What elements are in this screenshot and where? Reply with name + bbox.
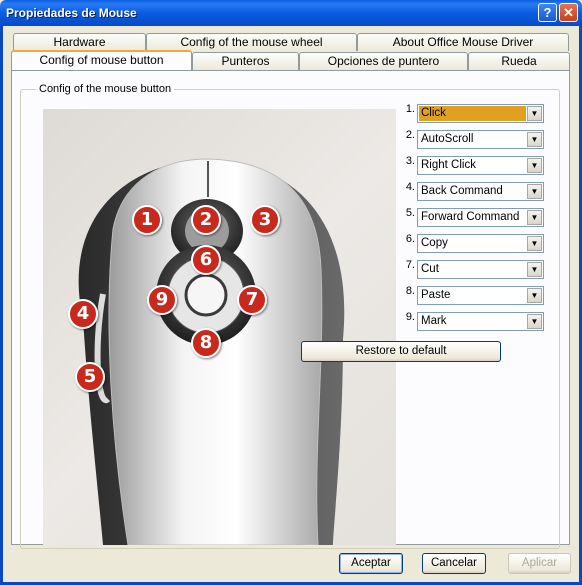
button-6-value: Copy xyxy=(421,237,448,249)
button-5-select[interactable]: Forward Command ▼ xyxy=(417,208,544,227)
row-number-5: 5. xyxy=(405,207,415,219)
tab-rueda[interactable]: Rueda xyxy=(468,52,570,70)
button-1-value: Click xyxy=(419,106,526,121)
group-legend: Config of the mouse button xyxy=(36,83,175,95)
chevron-down-icon[interactable]: ▼ xyxy=(527,314,542,329)
ok-button[interactable]: Aceptar xyxy=(339,553,403,574)
button-4-value: Back Command xyxy=(421,185,503,197)
button-6-select[interactable]: Copy ▼ xyxy=(417,234,544,253)
cancel-button[interactable]: Cancelar xyxy=(422,553,486,574)
row-number-1: 1. xyxy=(405,103,415,115)
button-3-value: Right Click xyxy=(421,159,476,171)
button-badge-1: 1 xyxy=(132,205,162,235)
tab-about-driver[interactable]: About Office Mouse Driver xyxy=(357,33,569,51)
tab-opciones-puntero[interactable]: Opciones de puntero xyxy=(299,52,468,70)
row-number-9: 9. xyxy=(405,311,415,323)
tab-mouse-button-config[interactable]: Config of mouse button xyxy=(11,50,192,70)
help-button[interactable]: ? xyxy=(538,3,557,22)
button-9-select[interactable]: Mark ▼ xyxy=(417,312,544,331)
restore-default-button[interactable]: Restore to default xyxy=(301,341,501,362)
button-3-select[interactable]: Right Click ▼ xyxy=(417,156,544,175)
window-title: Propiedades de Mouse xyxy=(6,6,137,20)
button-2-select[interactable]: AutoScroll ▼ xyxy=(417,130,544,149)
chevron-down-icon[interactable]: ▼ xyxy=(527,262,542,277)
chevron-down-icon[interactable]: ▼ xyxy=(527,288,542,303)
tab-punteros[interactable]: Punteros xyxy=(192,52,299,70)
button-7-select[interactable]: Cut ▼ xyxy=(417,260,544,279)
chevron-down-icon[interactable]: ▼ xyxy=(527,132,542,147)
mouse-image xyxy=(78,158,345,545)
row-number-4: 4. xyxy=(405,181,415,193)
button-8-select[interactable]: Paste ▼ xyxy=(417,286,544,305)
button-9-value: Mark xyxy=(421,315,447,327)
button-7-value: Cut xyxy=(421,263,439,275)
row-number-8: 8. xyxy=(405,285,415,297)
button-8-value: Paste xyxy=(421,289,451,301)
button-badge-7: 7 xyxy=(237,285,267,315)
chevron-down-icon[interactable]: ▼ xyxy=(527,184,542,199)
row-number-7: 7. xyxy=(405,259,415,271)
chevron-down-icon[interactable]: ▼ xyxy=(527,106,542,121)
tab-hardware[interactable]: Hardware xyxy=(13,33,146,51)
button-badge-9: 9 xyxy=(147,285,177,315)
chevron-down-icon[interactable]: ▼ xyxy=(527,210,542,225)
button-badge-2: 2 xyxy=(191,205,221,235)
chevron-down-icon[interactable]: ▼ xyxy=(527,236,542,251)
button-badge-4: 4 xyxy=(68,299,98,329)
button-badge-8: 8 xyxy=(191,328,221,358)
row-number-6: 6. xyxy=(405,233,415,245)
button-1-select[interactable]: Click ▼ xyxy=(417,104,544,123)
button-2-value: AutoScroll xyxy=(421,133,474,145)
button-badge-6: 6 xyxy=(191,245,221,275)
button-4-select[interactable]: Back Command ▼ xyxy=(417,182,544,201)
close-button[interactable]: ✕ xyxy=(559,3,578,22)
title-bar[interactable]: Propiedades de Mouse ? ✕ xyxy=(0,0,582,26)
button-badge-3: 3 xyxy=(250,205,280,235)
row-number-3: 3. xyxy=(405,155,415,167)
row-number-2: 2. xyxy=(405,129,415,141)
button-badge-5: 5 xyxy=(75,362,105,392)
chevron-down-icon[interactable]: ▼ xyxy=(527,158,542,173)
tab-mouse-wheel-config[interactable]: Config of the mouse wheel xyxy=(146,33,357,51)
mouse-illustration: 1 2 3 4 5 6 7 8 9 xyxy=(43,109,396,545)
apply-button[interactable]: Aplicar xyxy=(508,553,571,574)
button-5-value: Forward Command xyxy=(421,211,520,223)
